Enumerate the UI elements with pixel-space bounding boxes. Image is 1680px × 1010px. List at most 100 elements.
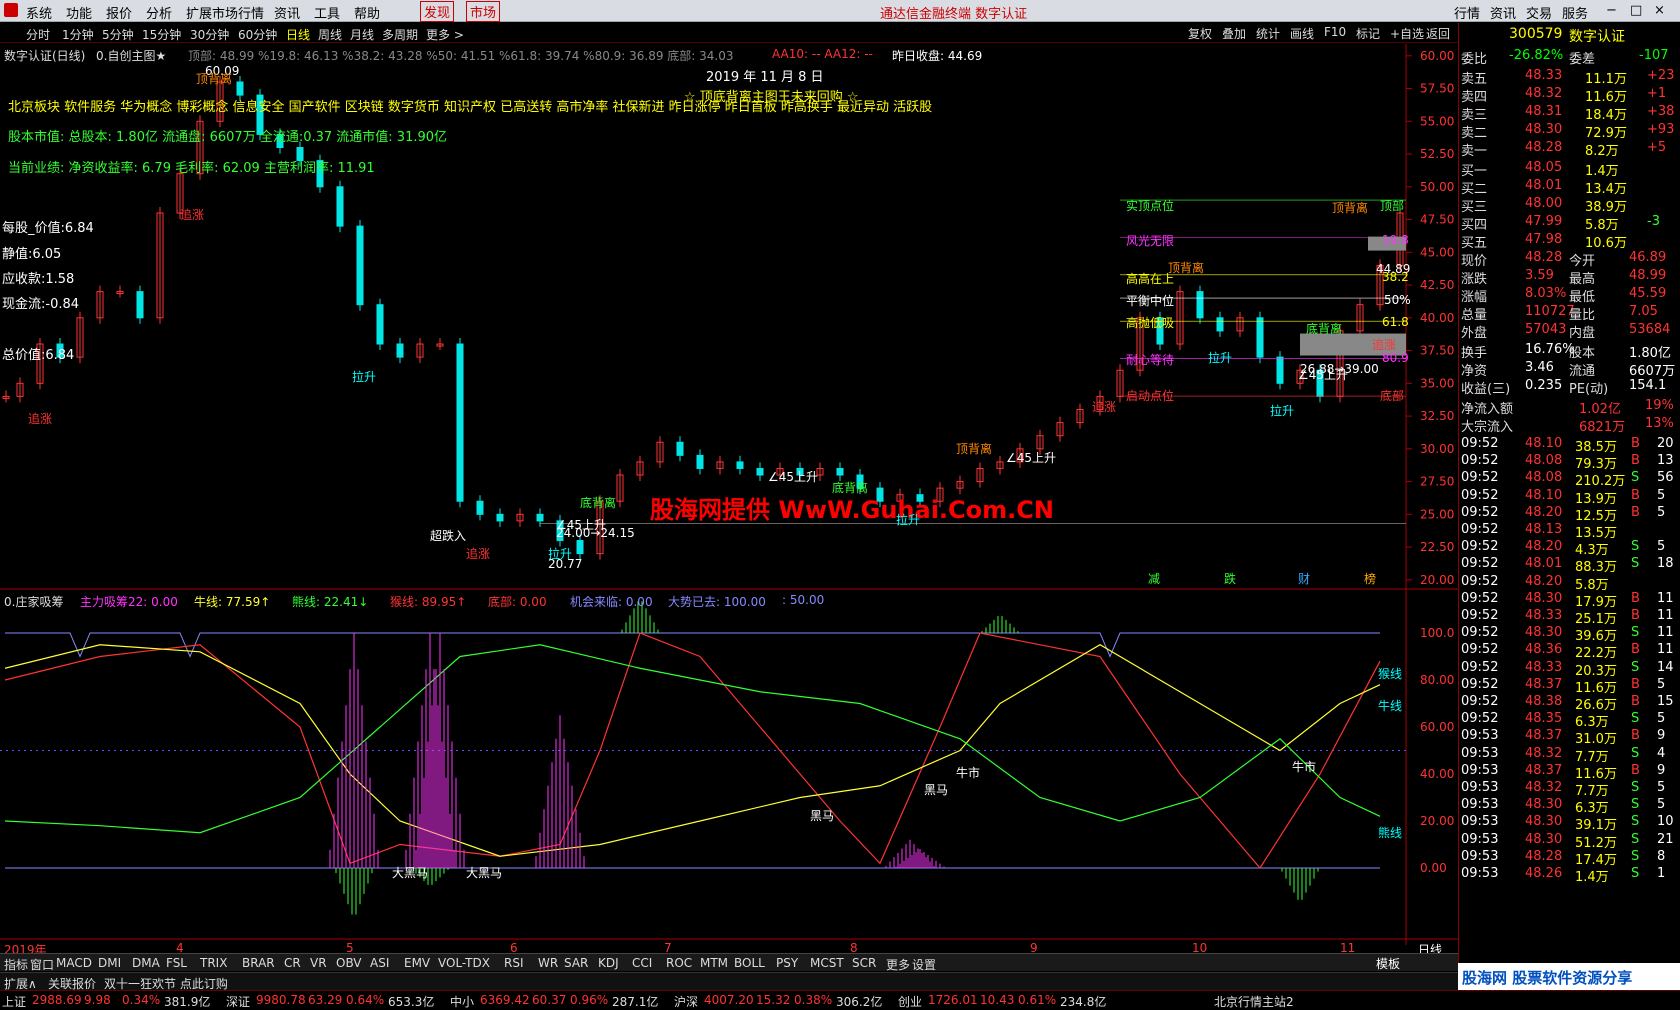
tick-side: B [1631, 642, 1640, 658]
menu-right-service[interactable]: 服务 [1562, 3, 1588, 22]
tick-count: 11 [1657, 590, 1674, 606]
ask-price: 48.30 [1525, 122, 1563, 137]
candle-body [476, 500, 484, 515]
tick-time: 09:53 [1461, 866, 1499, 881]
idx-change: 9.98 [84, 993, 111, 1007]
sub-indicator-title[interactable]: 0.庄家吸筹 [4, 593, 63, 610]
candle-body [236, 81, 244, 96]
tick-time: 09:52 [1461, 608, 1499, 623]
maximize-icon[interactable]: □ [1630, 3, 1642, 18]
indicator-tab-更多[interactable]: 更多 [886, 956, 910, 973]
minimize-icon[interactable]: − [1606, 3, 1617, 18]
candle-body [1276, 356, 1284, 384]
indicator-tab-kdj[interactable]: KDJ [598, 956, 619, 970]
indicator-tab-cci[interactable]: CCI [632, 956, 652, 970]
receivables: 应收款:1.58 [2, 272, 75, 287]
label-dingbeili-1: 顶背离 [196, 72, 233, 86]
idx-volume: 653.3亿 [388, 995, 435, 1009]
indicator-tab-dmi[interactable]: DMI [98, 956, 121, 970]
tick-price: 48.08 [1525, 453, 1563, 469]
indicator-tab-指标[interactable]: 指标 [4, 956, 28, 973]
weibi-label: 委比 [1461, 52, 1488, 67]
indicator-tab-mtm[interactable]: MTM [700, 956, 728, 970]
bid-price: 48.00 [1525, 196, 1563, 211]
stat-row: 涨跌 3.59 最高 48.99 [1459, 267, 1680, 287]
banner-text: 股海网 股票软件资源分享 [1462, 969, 1633, 987]
tick-row: 09:52 48.35 6.3万 S 5 [1459, 710, 1680, 730]
indicator-tab-trix[interactable]: TRIX [200, 956, 227, 970]
label-dingbeili-2: 顶背离 [956, 442, 993, 456]
tick-price: 48.38 [1525, 694, 1563, 709]
indicator-tab-mcst[interactable]: MCST [810, 956, 844, 970]
price-axis: 60.00 57.50 55.00 52.50 50.00 47.50 45.00 42.50… [1406, 49, 1454, 587]
tick-row: 09:52 48.08 79.3万 B 13 [1459, 452, 1680, 472]
indicator-tab-obv[interactable]: OBV [336, 956, 362, 970]
candle-body [1256, 317, 1264, 358]
indicator-tab-窗口[interactable]: 窗口 [30, 956, 54, 973]
tick-side: S [1631, 539, 1640, 555]
indicator-tab-fsl[interactable]: FSL [166, 956, 187, 970]
stat-row: 现价 48.28 今开 46.89 [1459, 249, 1680, 269]
indicator-tab-rsi[interactable]: RSI [504, 956, 524, 970]
indicator-tab-emv[interactable]: EMV [404, 956, 430, 970]
stat-value: 46.89 [1629, 250, 1667, 265]
menu-right-info[interactable]: 资讯 [1490, 3, 1516, 22]
tick-side: S [1631, 470, 1640, 486]
label-shiding: 实顶点位 [1126, 199, 1175, 213]
prev-close: 昨日收盘: 44.69 [892, 49, 983, 63]
indicator-tab-dma[interactable]: DMA [132, 956, 160, 970]
bid-row: 买二 48.01 13.4万 [1459, 177, 1680, 197]
indicator-tab-psy[interactable]: PSY [776, 956, 798, 970]
indicator-tab-macd[interactable]: MACD [56, 956, 92, 970]
indicator-tab-asi[interactable]: ASI [370, 956, 389, 970]
weibi-row: 委比 -26.82% 委差 -107 [1459, 47, 1680, 67]
indicator-tab-boll[interactable]: BOLL [734, 956, 765, 970]
indicator-tab-roc[interactable]: ROC [666, 956, 692, 970]
tick-count: 56 [1657, 470, 1674, 486]
tick-price: 48.10 [1525, 487, 1563, 503]
server-name[interactable]: 北京行情主站2 [1214, 993, 1294, 1010]
stat-value: 110727 [1525, 304, 1575, 319]
tick-time: 09:53 [1461, 762, 1499, 778]
label-niu-line: 牛线 [1378, 699, 1403, 713]
net-asset: 静值:6.05 [2, 247, 62, 262]
sub-tick-label: 0.00 [1420, 861, 1447, 875]
indicator-tab-设置[interactable]: 设置 [912, 956, 936, 973]
indicator-tab-sar[interactable]: SAR [564, 956, 588, 970]
tick-row: 09:52 48.33 20.3万 S 14 [1459, 659, 1680, 679]
indicator-tabs: 指标 窗口 MACD DMI DMA FSL TRIX BRAR CR VR OBV ASI EMV VO… [0, 953, 1458, 973]
idx-name: 深证 [226, 995, 251, 1009]
idx-change: 60.37 [532, 993, 567, 1007]
sub-value-5: 机会来临: 0.00 [570, 595, 653, 609]
idx-rate: 0.38% [794, 993, 833, 1007]
tick-count: 11 [1657, 608, 1674, 623]
sub-tick-label: 40.00 [1420, 767, 1454, 781]
candle-body [456, 343, 464, 502]
indicator-tab-scr[interactable]: SCR [852, 956, 876, 970]
indicator-tab-brar[interactable]: BRAR [242, 956, 275, 970]
indicator-tab-wr[interactable]: WR [538, 956, 558, 970]
tick-time: 09:53 [1461, 797, 1499, 813]
idx-volume: 381.9亿 [164, 995, 211, 1009]
label-cai: 财 [1298, 572, 1311, 586]
template-button[interactable]: 模板 [1376, 955, 1400, 972]
stat-value: 3.59 [1525, 268, 1554, 283]
label-lasheng-2: 拉升 [548, 547, 573, 561]
tick-count: 5 [1657, 504, 1666, 520]
indicator-tab-vr[interactable]: VR [310, 956, 327, 970]
indicator-tab-cr[interactable]: CR [284, 956, 301, 970]
idx-name: 上证 [2, 995, 27, 1009]
idx-price: 2988.69 [32, 993, 82, 1007]
menu-right-trade[interactable]: 交易 [1526, 3, 1552, 22]
indicator-name[interactable]: 0.自创主图★ [96, 47, 166, 64]
tick-row: 09:52 48.20 4.3万 S 5 [1459, 538, 1680, 558]
tick-row: 09:53 48.30 51.2万 S 21 [1459, 831, 1680, 851]
tick-row: 09:52 48.33 25.1万 B 11 [1459, 607, 1680, 627]
idx-rate: 0.61% [1018, 993, 1057, 1007]
close-icon[interactable]: × [1654, 3, 1665, 18]
label-bang: 榜 [1364, 572, 1377, 586]
tick-price: 48.30 [1525, 797, 1563, 813]
current-price-label: 44.89 [1376, 262, 1411, 276]
stat-value: 48.28 [1525, 250, 1563, 265]
indicator-tab-vol-tdx[interactable]: VOL-TDX [438, 956, 490, 970]
